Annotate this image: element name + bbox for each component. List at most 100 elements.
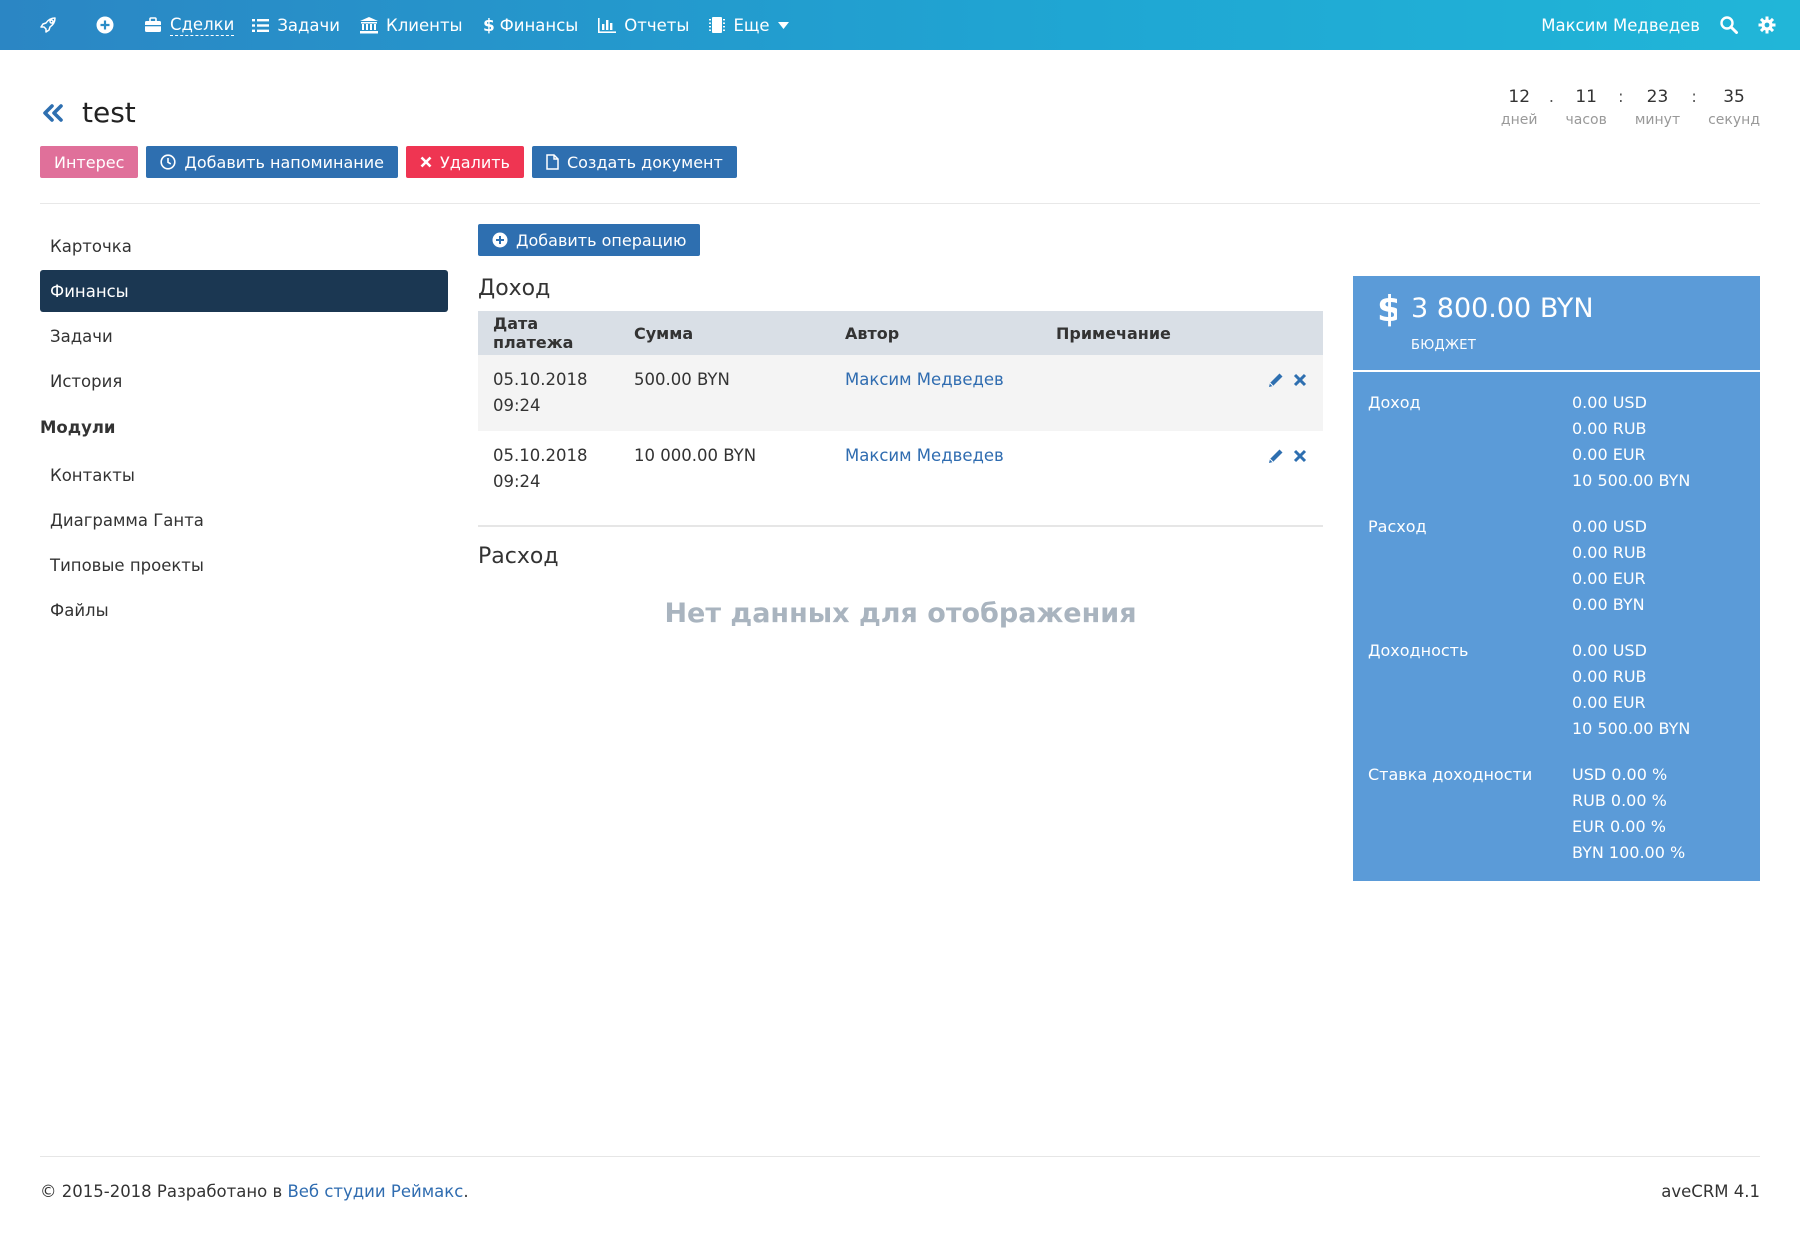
- row-actions-cell: [1221, 355, 1323, 431]
- close-icon[interactable]: [1293, 373, 1307, 387]
- sidebar: Карточка Финансы Задачи История Модули К…: [40, 225, 448, 634]
- modules-heading: Модули: [40, 418, 116, 437]
- summary-value: USD 0.00 %: [1572, 765, 1668, 784]
- nav-clients-label: Клиенты: [386, 15, 463, 35]
- timer-hours-label: часов: [1565, 112, 1607, 128]
- author-cell: Максим Медведев: [830, 431, 1041, 507]
- timer-seconds-value: 35: [1723, 87, 1745, 107]
- author-link[interactable]: Максим Медведев: [845, 370, 1004, 389]
- table-header-row: Дата платежа Сумма Автор Примечание: [478, 311, 1323, 355]
- summary-value: RUB 0.00 %: [1572, 791, 1667, 810]
- pencil-icon[interactable]: [1267, 371, 1285, 389]
- payment-date-cell: 05.10.2018 09:24: [478, 355, 619, 431]
- sidebar-item-label: Файлы: [50, 600, 109, 620]
- summary-label: Доход: [1368, 393, 1421, 412]
- nav-deals[interactable]: Сделки: [144, 0, 235, 50]
- nav-finance[interactable]: $ Финансы: [483, 0, 579, 50]
- sidebar-item-history[interactable]: История: [40, 360, 448, 402]
- pencil-icon[interactable]: [1267, 447, 1285, 465]
- section-divider: [478, 525, 1323, 527]
- nav-more-label: Еще: [733, 15, 770, 35]
- app-version: aveCRM 4.1: [1661, 1182, 1760, 1201]
- summary-value: 0.00 RUB: [1572, 419, 1647, 438]
- summary-group-expense: Расход 0.00 USD 0.00 RUB 0.00 EUR 0.00 B…: [1368, 514, 1748, 618]
- divider: [40, 203, 1760, 204]
- nav-tasks-label: Задачи: [277, 15, 341, 35]
- double-chevron-left-icon[interactable]: [40, 100, 66, 126]
- no-data-message: Нет данных для отображения: [664, 598, 1137, 629]
- delete-button[interactable]: Удалить: [405, 146, 524, 178]
- summary-group-profit: Доходность 0.00 USD 0.00 RUB 0.00 EUR 10…: [1368, 638, 1748, 742]
- nav-finance-label: Финансы: [499, 15, 579, 35]
- author-link[interactable]: Максим Медведев: [845, 446, 1004, 465]
- nav-deals-label: Сделки: [170, 14, 235, 36]
- sidebar-item-contacts[interactable]: Контакты: [40, 454, 448, 496]
- search-icon[interactable]: [1720, 0, 1738, 50]
- dollar-icon: $: [1377, 289, 1397, 327]
- timer-seconds: 35 секунд: [1708, 86, 1760, 128]
- timer-days: 12 дней: [1501, 86, 1538, 128]
- author-cell: Максим Медведев: [830, 355, 1041, 431]
- sidebar-item-tasks[interactable]: Задачи: [40, 315, 448, 357]
- sidebar-item-finance[interactable]: Финансы: [40, 270, 448, 312]
- add-operation-button[interactable]: Добавить операцию: [478, 224, 701, 256]
- nav-tasks[interactable]: Задачи: [252, 0, 340, 50]
- amount-cell: 500.00 BYN: [619, 355, 830, 431]
- summary-group-income: Доход 0.00 USD 0.00 RUB 0.00 EUR 10 500.…: [1368, 390, 1748, 494]
- sidebar-item-label: История: [50, 371, 123, 391]
- summary-label: Расход: [1368, 517, 1427, 536]
- income-title: Доход: [478, 276, 551, 301]
- add-operation-label: Добавить операцию: [516, 230, 687, 250]
- delete-label: Удалить: [439, 152, 510, 172]
- timer-minutes: 23 минут: [1635, 86, 1680, 128]
- rocket-logo-icon[interactable]: [0, 0, 96, 50]
- close-icon[interactable]: [1293, 449, 1307, 463]
- summary-value: 0.00 USD: [1572, 393, 1647, 412]
- sidebar-item-label: Типовые проекты: [50, 555, 204, 575]
- nav-more[interactable]: Еще: [709, 0, 789, 50]
- timer-seconds-label: секунд: [1708, 112, 1760, 128]
- nav-reports[interactable]: Отчеты: [598, 0, 689, 50]
- sidebar-item-card[interactable]: Карточка: [40, 225, 448, 267]
- bar-chart-icon: [598, 17, 617, 33]
- summary-group-rate: Ставка доходности USD 0.00 % RUB 0.00 % …: [1368, 762, 1748, 866]
- amount-cell: 10 000.00 BYN: [634, 446, 757, 465]
- studio-link[interactable]: Веб студии Реймакс: [287, 1182, 463, 1201]
- status-button[interactable]: Интерес: [40, 146, 139, 178]
- sidebar-item-gantt[interactable]: Диаграмма Ганта: [40, 499, 448, 541]
- column-header: Сумма: [619, 311, 830, 355]
- close-icon: [420, 156, 432, 168]
- timer-days-value: 12: [1508, 87, 1531, 107]
- summary-value: 0.00 BYN: [1572, 595, 1645, 614]
- briefcase-icon: [145, 17, 161, 32]
- column-header: Автор: [830, 311, 1041, 355]
- column-header: Примечание: [1041, 311, 1221, 355]
- summary-value: EUR 0.00 %: [1572, 817, 1666, 836]
- create-document-button[interactable]: Создать документ: [531, 146, 737, 178]
- list-icon: [252, 18, 270, 32]
- summary-value: 0.00 RUB: [1572, 543, 1647, 562]
- payment-date-cell: 05.10.2018 09:24: [478, 431, 619, 507]
- sidebar-item-label: Задачи: [50, 326, 113, 346]
- nav-clients[interactable]: Клиенты: [360, 0, 463, 50]
- timer-minutes-label: минут: [1634, 112, 1681, 128]
- timer-hours: 11 часов: [1565, 86, 1606, 128]
- add-plus-circle-icon[interactable]: [96, 0, 138, 50]
- sidebar-item-files[interactable]: Файлы: [40, 589, 448, 631]
- countdown-timer: 12 дней . 11 часов : 23 минут : 35 секун…: [1501, 86, 1760, 128]
- summary-value: 10 500.00 BYN: [1572, 471, 1691, 490]
- gear-icon[interactable]: [1758, 0, 1776, 50]
- add-reminder-button[interactable]: Добавить напоминание: [146, 146, 398, 178]
- expense-title: Расход: [478, 544, 559, 569]
- sidebar-item-label: Диаграмма Ганта: [50, 510, 204, 530]
- note-cell: [1041, 355, 1221, 431]
- sidebar-item-label: Финансы: [50, 281, 129, 301]
- add-reminder-label: Добавить напоминание: [184, 152, 384, 172]
- payment-date: 05.10.2018: [493, 446, 588, 465]
- top-navbar: Сделки Задачи Клиенты $ Финансы Отчеты Е…: [0, 0, 1800, 50]
- sidebar-item-templates[interactable]: Типовые проекты: [40, 544, 448, 586]
- user-menu[interactable]: Максим Медведев: [1541, 0, 1700, 50]
- summary-value: 0.00 EUR: [1572, 569, 1646, 588]
- budget-label: Бюджет: [1411, 338, 1477, 353]
- budget-header: $ 3 800.00 BYN Бюджет: [1353, 276, 1760, 372]
